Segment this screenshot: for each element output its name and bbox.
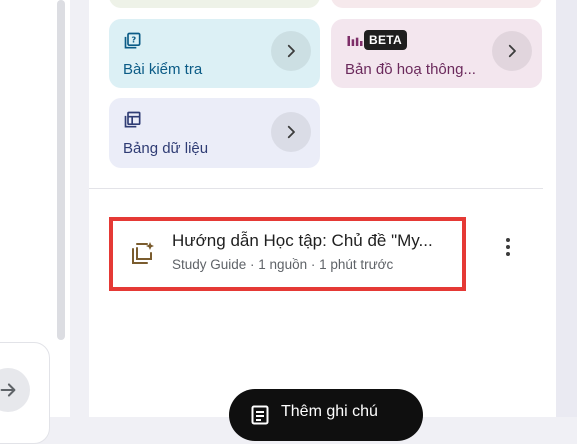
- more-vert-icon: [506, 238, 510, 242]
- tile-infographic-label: Bản đồ hoạ thông...: [345, 61, 476, 78]
- tile-quiz-open-button[interactable]: [271, 31, 311, 71]
- tile-quiz-label: Bài kiểm tra: [123, 61, 203, 78]
- tile-partial-right: [331, 0, 542, 8]
- note-title: Hướng dẫn Học tập: Chủ đề "My...: [172, 231, 433, 250]
- tile-infographic[interactable]: Bản đồ hoạ thông...: [331, 19, 542, 88]
- add-note-label: Thêm ghi chú: [281, 403, 378, 420]
- note-meta: Study Guide · 1 nguồn · 1 phút trước: [172, 257, 394, 272]
- data-table-icon: [124, 111, 141, 128]
- svg-text:?: ?: [131, 35, 136, 45]
- tile-partial-left: [109, 0, 320, 8]
- saved-note-item[interactable]: Hướng dẫn Học tập: Chủ đề "My... Study G…: [109, 217, 466, 291]
- more-options-button[interactable]: [496, 232, 520, 262]
- tile-infographic-open-button[interactable]: [492, 31, 532, 71]
- chevron-right-icon: [287, 125, 295, 139]
- chevron-right-icon: [287, 44, 295, 58]
- tile-data-table-label: Bảng dữ liệu: [123, 140, 209, 157]
- tile-quiz[interactable]: ? Bài kiểm tra: [109, 19, 320, 88]
- chevron-right-icon: [508, 44, 516, 58]
- note-icon: [251, 405, 269, 425]
- add-note-button[interactable]: Thêm ghi chú: [229, 389, 423, 441]
- right-scrollbar[interactable]: [556, 0, 577, 417]
- infographic-icon: [347, 36, 363, 46]
- tile-data-table[interactable]: Bảng dữ liệu: [109, 98, 320, 168]
- quiz-icon: ?: [124, 32, 141, 49]
- tile-data-table-open-button[interactable]: [271, 112, 311, 152]
- left-scrollbar[interactable]: [57, 0, 65, 340]
- study-guide-icon: [132, 242, 154, 264]
- beta-badge: BETA: [364, 30, 407, 50]
- section-divider: [89, 188, 543, 189]
- arrow-right-icon: [0, 383, 16, 397]
